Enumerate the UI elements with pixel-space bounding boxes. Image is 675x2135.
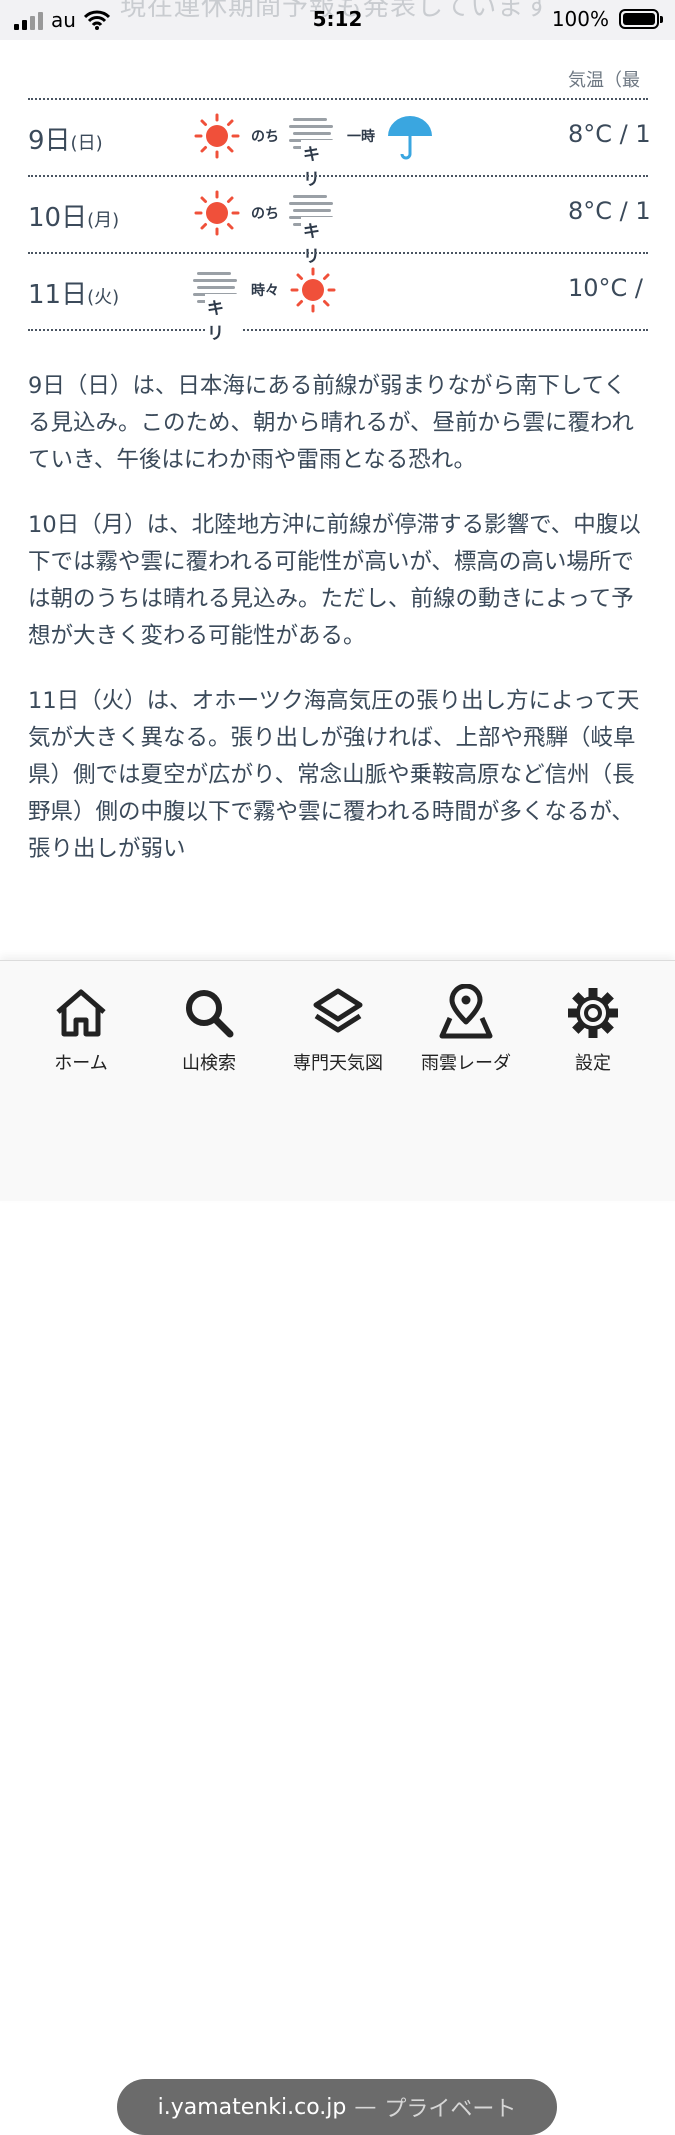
map-pin-icon <box>439 984 493 1039</box>
forecast-weekday: (日) <box>70 133 103 154</box>
commentary-paragraph: 11日（火）は、オホーツク海高気圧の張り出し方によって天気が大きく異なる。張り出… <box>28 688 640 862</box>
battery-icon <box>619 9 663 29</box>
tab-label: 設定 <box>575 1053 611 1074</box>
tab-rain-radar[interactable]: 雨雲レーダ <box>401 983 531 1075</box>
forecast-row[interactable]: 11日(火) キリ 時々 10°C / <box>28 252 648 344</box>
forecast-temperature: 8°C / 1 <box>568 197 651 225</box>
fog-label: キリ <box>205 294 241 344</box>
forecast-row[interactable]: 9日(日) のち キリ 一時 8°C / 1 <box>28 98 651 190</box>
umbrella-icon <box>388 116 432 160</box>
tab-home[interactable]: ホーム <box>16 983 146 1075</box>
home-icon <box>56 989 106 1037</box>
forecast-weekday: (月) <box>87 210 120 231</box>
tab-label: ホーム <box>54 1053 108 1074</box>
forecast-transition-word: 時々 <box>251 283 279 299</box>
forecast-row[interactable]: 10日(月) のち キリ 8°C / 1 <box>28 175 651 267</box>
fog-icon: キリ <box>289 112 337 190</box>
forecast-day: 11日 <box>28 280 88 310</box>
forecast-commentary: 9日（日）は、日本海にある前線が弱まりながら南下してくる見込み。このため、朝から… <box>28 368 646 896</box>
forecast-day: 9日 <box>28 126 71 156</box>
fog-icon: キリ <box>289 189 337 267</box>
tab-mountain-search[interactable]: 山検索 <box>144 983 274 1075</box>
url-domain: i.yamatenki.co.jp <box>157 2094 347 2120</box>
forecast-transition-word: 一時 <box>347 129 375 145</box>
bottom-tab-bar: ホーム 山検索 専門天気図 雨雲レーダ 設定 i.yamatenki.co.jp… <box>0 960 675 2135</box>
sun-icon <box>194 190 240 236</box>
forecast-day: 10日 <box>28 203 88 233</box>
search-icon <box>186 990 234 1038</box>
forecast-transition-word: のち <box>251 206 279 222</box>
forecast-temperature: 10°C / <box>568 274 644 302</box>
commentary-paragraph: 9日（日）は、日本海にある前線が弱まりながら南下してくる見込み。このため、朝から… <box>28 373 634 473</box>
private-mode-label: プライベート <box>384 2097 517 2122</box>
tab-label: 専門天気図 <box>293 1053 383 1074</box>
sun-icon <box>290 267 336 313</box>
tab-label: 山検索 <box>182 1053 236 1074</box>
tab-settings[interactable]: 設定 <box>528 983 658 1075</box>
url-separator: — <box>354 2094 377 2120</box>
layers-icon <box>313 988 363 1033</box>
battery-percent: 100% <box>551 7 609 31</box>
gear-icon <box>568 988 618 1038</box>
commentary-paragraph: 10日（月）は、北陸地方沖に前線が停滞する影響で、中腹以下では霧や雲に覆われる可… <box>28 512 641 649</box>
temperature-header: 気温（最 <box>568 70 640 91</box>
forecast-table: 9日(日) のち キリ 一時 8°C / 1 10日(月) のち キリ 8°C … <box>28 98 651 344</box>
tab-weather-charts[interactable]: 専門天気図 <box>273 983 403 1075</box>
status-bar: 現在連休期間予報も発表しています au 5:12 100% <box>0 0 675 40</box>
url-bar[interactable]: i.yamatenki.co.jp — プライベート <box>117 2079 557 2135</box>
fog-icon: キリ <box>193 266 241 344</box>
forecast-transition-word: のち <box>251 129 279 145</box>
sun-icon <box>194 113 240 159</box>
forecast-temperature: 8°C / 1 <box>568 120 651 148</box>
forecast-weekday: (火) <box>87 287 120 308</box>
tab-label: 雨雲レーダ <box>421 1053 511 1074</box>
